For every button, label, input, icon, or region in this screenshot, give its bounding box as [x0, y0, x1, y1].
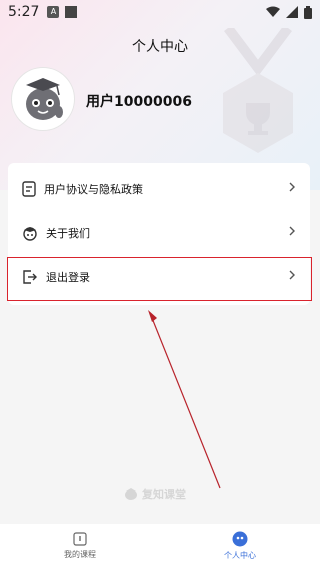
tab-label: 个人中心: [224, 551, 256, 560]
course-icon: [73, 532, 87, 546]
watermark: 复知课堂: [124, 486, 186, 502]
profile-icon: [232, 531, 248, 547]
watermark-logo-icon: [125, 488, 137, 500]
bottom-tab-bar: 我的课程 个人中心: [0, 524, 320, 568]
tab-label: 我的课程: [64, 550, 96, 559]
watermark-text: 复知课堂: [142, 488, 186, 501]
annotation-arrow-icon: [148, 310, 221, 489]
tab-my-courses[interactable]: 我的课程: [0, 524, 160, 568]
tab-profile[interactable]: 个人中心: [160, 524, 320, 568]
